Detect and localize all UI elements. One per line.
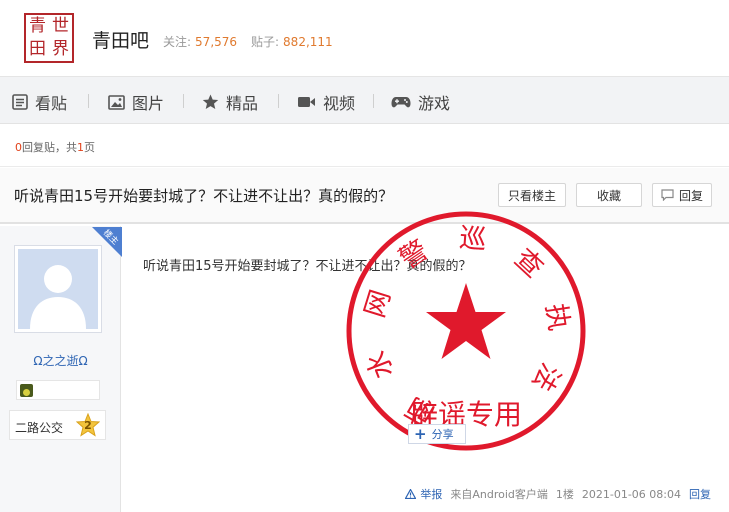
thread-meta-row: 0回复贴，共1页 — [0, 125, 729, 167]
nav-label: 精品 — [226, 94, 259, 113]
page-suffix: 页 — [84, 141, 95, 154]
logo-char: 世 — [52, 16, 69, 36]
user-silhouette-icon — [30, 265, 86, 329]
reply-suffix: 回复贴，共 — [22, 141, 77, 154]
list-icon — [12, 94, 28, 110]
reply-button[interactable]: 回复 — [652, 183, 712, 207]
logo-char: 青 — [29, 16, 46, 36]
reply-button-label: 回复 — [678, 188, 703, 203]
author-panel — [0, 226, 121, 512]
nav-divider — [88, 94, 89, 108]
stamp-ring — [346, 211, 586, 451]
posts-stat: 贴子: 882,111 — [251, 33, 333, 50]
forum-logo[interactable]: 青 世 田 界 — [24, 13, 74, 63]
plus-icon: + — [414, 425, 427, 443]
avatar[interactable] — [14, 245, 102, 333]
forum-name[interactable]: 青田吧 — [92, 26, 149, 53]
reply-link[interactable]: 回复 — [689, 486, 711, 502]
client-source: 来自Android客户端 — [450, 488, 548, 501]
author-name[interactable]: Ω之之逝Ω — [0, 352, 121, 369]
nav-label: 游戏 — [418, 94, 451, 113]
warning-icon — [405, 489, 417, 499]
posts-label: 贴子: — [251, 35, 280, 49]
stamp-arc-char: 执 — [540, 302, 575, 333]
reply-count: 0 — [15, 141, 22, 154]
report-link[interactable]: 举报 — [420, 486, 442, 502]
nav-divider — [183, 94, 184, 108]
video-icon — [298, 97, 315, 107]
nav-tab-featured[interactable]: 精品 — [202, 91, 258, 113]
nav-label: 看贴 — [35, 94, 68, 113]
nav-tab-videos[interactable]: 视频 — [297, 91, 355, 113]
follow-stat: 关注: 57,576 — [163, 33, 237, 50]
reply-count-text: 0回复贴，共1页 — [15, 139, 95, 155]
stamp-arc-char: 法 — [526, 358, 566, 397]
stamp-arc-char: 水 — [361, 346, 400, 382]
favorite-button[interactable]: 收藏 — [576, 183, 642, 207]
nav-tab-images[interactable]: 图片 — [108, 91, 164, 113]
nav-tab-posts[interactable]: 看贴 — [12, 91, 67, 113]
page-count: 1 — [77, 141, 84, 154]
star-icon — [202, 94, 219, 109]
share-button[interactable]: + 分享 — [408, 424, 466, 444]
op-corner-tag: 楼主 — [92, 227, 122, 257]
badge-icon[interactable] — [20, 384, 33, 397]
stamp-arc-char: 巡 — [458, 223, 487, 256]
gamepad-icon — [391, 97, 411, 108]
level-number: 2 — [84, 418, 92, 432]
logo-char: 田 — [29, 39, 46, 59]
follow-label: 关注: — [163, 35, 192, 49]
stamp-arc-char: 网 — [359, 286, 397, 321]
only-op-button[interactable]: 只看楼主 — [498, 183, 566, 207]
posts-count: 882,111 — [283, 35, 333, 49]
nav-divider — [278, 94, 279, 108]
stamp-arc-char: 查 — [508, 243, 549, 284]
nav-label: 视频 — [323, 94, 356, 113]
nav-tab-games[interactable]: 游戏 — [391, 91, 450, 113]
default-avatar-image — [18, 249, 98, 329]
post-content: 听说青田15号开始要封城了？不让进不让出？真的假的？ — [143, 259, 472, 274]
post-footer: 举报 来自Android客户端 1楼 2021-01-06 08:04 回复 — [405, 486, 711, 502]
level-badge[interactable]: 二路公交 2 — [9, 410, 106, 440]
comment-icon — [661, 189, 674, 201]
share-label: 分享 — [431, 428, 454, 441]
member-badge-box — [16, 380, 100, 400]
stamp-arc-text: 丽水网警 巡查执法 — [359, 223, 574, 431]
nav-divider — [373, 94, 374, 108]
thread-title: 听说青田15号开始要封城了？不让进不让出？真的假的？ — [14, 187, 394, 205]
rumor-refuted-stamp: 丽水网警 巡查执法 辟谣专用 — [346, 211, 586, 451]
follow-count: 57,576 — [195, 35, 238, 49]
floor-number: 1楼 — [555, 488, 574, 501]
stamp-star-icon — [426, 283, 506, 359]
logo-char: 界 — [52, 39, 69, 59]
level-name: 二路公交 — [15, 421, 64, 435]
image-icon — [108, 94, 125, 110]
forum-header: 青 世 田 界 青田吧 关注: 57,576 贴子: 882,111 — [0, 0, 729, 76]
thread-title-bar: 听说青田15号开始要封城了？不让进不让出？真的假的？ 只看楼主 收藏 回复 — [0, 168, 729, 224]
nav-label: 图片 — [132, 94, 165, 113]
forum-nav: 看贴 图片 精品 视频 游戏 — [0, 76, 729, 124]
post-datetime: 2021-01-06 08:04 — [581, 487, 681, 501]
